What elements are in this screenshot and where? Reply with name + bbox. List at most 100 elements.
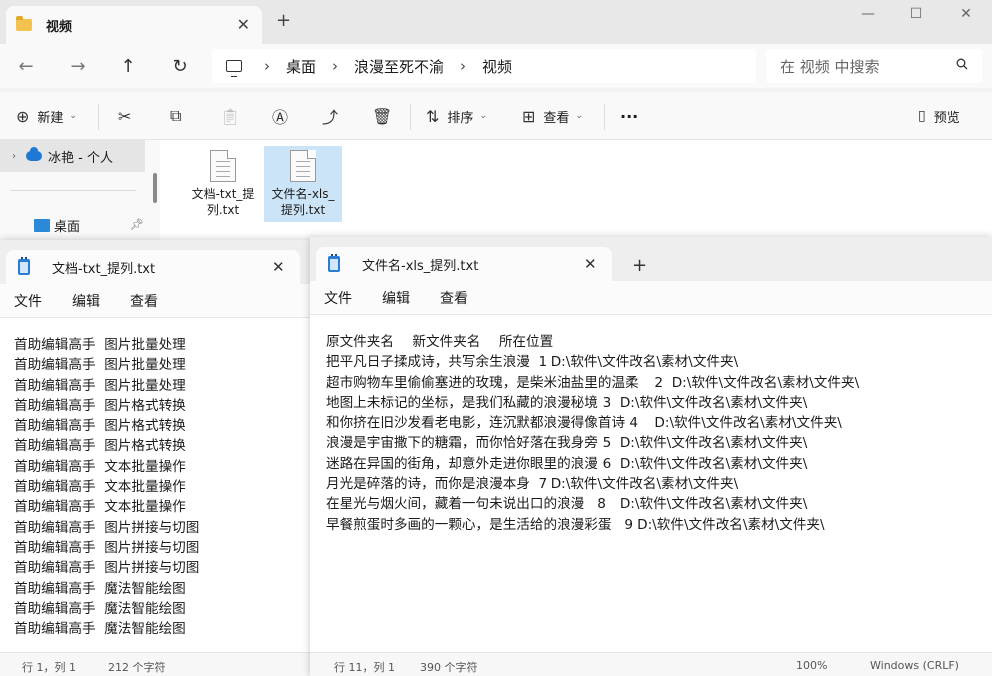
text-file-icon (290, 150, 316, 182)
menu-file[interactable]: 文件 (324, 288, 352, 308)
file-name: 提列.txt (280, 203, 326, 217)
menu-file[interactable]: 文件 (14, 291, 42, 311)
breadcrumb-folder[interactable]: 浪漫至死不渝 (354, 56, 444, 77)
more-options-button[interactable]: ··· (620, 104, 638, 128)
divider (98, 104, 99, 130)
share-button[interactable]: ⤴ (322, 104, 338, 128)
search-input[interactable]: 在 视频 中搜索 (766, 49, 982, 83)
new-button[interactable]: ⊕ 新建 ⌄ (16, 104, 77, 128)
text-line: 把平凡日子揉成诗，共写余生浪漫 1 D:\软件\文件改名\素材\文件夹\ (326, 354, 739, 371)
copy-icon: ⧉ (170, 106, 182, 125)
chevron-down-icon: ⌄ (69, 111, 77, 121)
text-line: 首助编辑高手 图片拼接与切图 (14, 519, 200, 536)
plus-circle-icon: ⊕ (16, 106, 30, 126)
navigation-pane: › 冰艳 - 个人 桌面 📌︎ (0, 140, 160, 240)
text-line: 首助编辑高手 图片批量处理 (14, 377, 186, 394)
rename-button[interactable]: Ⓐ (272, 104, 288, 128)
maximize-button[interactable]: ☐ (892, 0, 940, 28)
up-arrow-icon[interactable]: ↑ (116, 54, 140, 78)
notepad-tab-title: 文件名-xls_提列.txt (362, 258, 479, 274)
text-line: 首助编辑高手 图片拼接与切图 (14, 560, 200, 577)
status-bar: 行 11，列 1 390 个字符 100% Windows (CRLF) (310, 652, 992, 676)
menu-edit[interactable]: 编辑 (72, 291, 100, 311)
notepad-tab[interactable]: 文件名-xls_提列.txt ✕ (316, 247, 612, 281)
character-count: 212 个字符 (108, 661, 166, 674)
pin-icon[interactable]: 📌︎ (130, 218, 144, 231)
menu-view[interactable]: 查看 (440, 288, 468, 308)
copy-button[interactable]: ⧉ (170, 104, 181, 128)
chevron-right-icon: › (460, 57, 467, 75)
clipboard-icon: 📋︎ (220, 106, 241, 126)
close-tab-icon[interactable]: ✕ (237, 15, 250, 34)
view-button[interactable]: ⊞ 查看 ⌄ (522, 104, 583, 128)
new-tab-button[interactable]: + (276, 10, 291, 31)
text-line: 月光是碎落的诗，而你是浪漫本身 7 D:\软件\文件改名\素材\文件夹\ (326, 476, 739, 493)
address-bar[interactable]: › 桌面 › 浪漫至死不渝 › 视频 (212, 49, 756, 83)
file-item[interactable]: 文档-txt_提 列.txt (184, 146, 262, 222)
file-item-selected[interactable]: 文件名-xls_ 提列.txt (264, 146, 342, 222)
menu-edit[interactable]: 编辑 (382, 288, 410, 308)
preview-button[interactable]: ▯ 预览 (918, 104, 960, 128)
computer-icon (226, 60, 242, 77)
address-row: ← → ↑ ↻ › 桌面 › 浪漫至死不渝 › 视频 在 视频 中搜索 (0, 44, 992, 88)
forward-arrow-icon[interactable]: → (66, 54, 90, 78)
refresh-icon[interactable]: ↻ (168, 54, 192, 78)
text-line: 首助编辑高手 图片拼接与切图 (14, 539, 200, 556)
chevron-right-icon: › (332, 57, 339, 75)
notepad-menu-bar: 文件 编辑 查看 (310, 281, 992, 315)
view-label: 查看 (543, 110, 570, 126)
text-line: 首助编辑高手 图片格式转换 (14, 418, 186, 435)
sort-button[interactable]: ⇅ 排序 ⌄ (426, 104, 487, 128)
text-line: 首助编辑高手 魔法智能绘图 (14, 600, 186, 617)
paste-button[interactable]: 📋︎ (220, 104, 240, 128)
nav-item-label: 桌面 (54, 220, 81, 235)
notepad-tab[interactable]: 文档-txt_提列.txt ✕ (6, 250, 300, 284)
preview-label: 预览 (933, 110, 960, 126)
breadcrumb-current[interactable]: 视频 (482, 56, 512, 77)
notepad-tab-bar: 文件名-xls_提列.txt ✕ + (310, 237, 992, 281)
delete-button[interactable]: 🗑︎ (372, 104, 392, 128)
cut-button[interactable]: ✂ (118, 104, 131, 128)
text-line: 迷路在异国的街角，却意外走进你眼里的浪漫 6 D:\软件\文件改名\素材\文件夹… (326, 455, 808, 472)
text-editor[interactable]: 首助编辑高手 图片批量处理 首助编辑高手 图片批量处理 首助编辑高手 图片批量处理首… (0, 318, 314, 652)
file-name: 文档-txt_提 (191, 187, 255, 201)
scrollbar-thumb[interactable] (153, 173, 157, 203)
chevron-right-icon: › (264, 57, 270, 75)
text-line: 原文件夹名 新文件夹名 所在位置 (326, 334, 554, 350)
close-tab-icon[interactable]: ✕ (584, 255, 597, 273)
back-arrow-icon[interactable]: ← (14, 54, 38, 78)
text-line: 超市购物车里偷偷塞进的玫瑰，是柴米油盐里的温柔 2 D:\软件\文件改名\素材\… (326, 374, 860, 391)
close-window-button[interactable]: ✕ (942, 0, 990, 28)
text-editor[interactable]: 原文件夹名 新文件夹名 所在位置把平凡日子揉成诗，共写余生浪漫 1 D:\软件\… (310, 315, 992, 652)
text-line: 在星光与烟火间，藏着一句未说出口的浪漫 8 D:\软件\文件改名\素材\文件夹\ (326, 496, 808, 513)
text-line: 首助编辑高手 图片格式转换 (14, 438, 186, 455)
text-line: 首助编辑高手 图片批量处理 (14, 357, 186, 374)
text-line: 首助编辑高手 图片批量处理 (14, 337, 186, 353)
sort-icon: ⇅ (426, 106, 440, 126)
nav-item-desktop[interactable]: 桌面 (34, 216, 80, 235)
search-placeholder: 在 视频 中搜索 (780, 57, 880, 76)
new-tab-button[interactable]: + (632, 255, 647, 276)
character-count: 390 个字符 (420, 661, 478, 674)
cursor-position: 行 1，列 1 (22, 661, 76, 674)
menu-view[interactable]: 查看 (130, 291, 158, 311)
notepad-icon (328, 254, 340, 272)
divider (10, 190, 136, 191)
zoom-level: 100% (796, 659, 828, 672)
nav-item-label: 冰艳 - 个人 (48, 150, 113, 166)
file-list: 文档-txt_提 列.txt 文件名-xls_ 提列.txt (160, 140, 992, 240)
text-line: 首助编辑高手 文本批量操作 (14, 479, 186, 496)
breadcrumb-desktop[interactable]: 桌面 (286, 56, 316, 77)
trash-icon: 🗑︎ (372, 106, 393, 126)
status-bar: 行 1，列 1 212 个字符 (0, 652, 314, 676)
chevron-down-icon: ⌄ (479, 111, 487, 121)
file-name: 列.txt (206, 203, 240, 217)
minimize-button[interactable]: — (844, 0, 892, 28)
chevron-right-icon[interactable]: › (12, 151, 16, 162)
text-line: 首助编辑高手 魔法智能绘图 (14, 580, 186, 597)
nav-item-onedrive[interactable]: › 冰艳 - 个人 (0, 140, 145, 172)
search-icon (956, 58, 968, 70)
notepad-menu-bar: 文件 编辑 查看 (0, 284, 314, 318)
explorer-tab[interactable]: 视频 ✕ (6, 6, 262, 44)
close-tab-icon[interactable]: ✕ (272, 258, 285, 276)
